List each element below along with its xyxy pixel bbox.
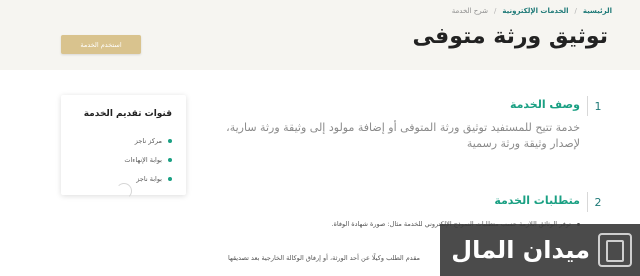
section-number: 2 (587, 192, 608, 212)
channel-item[interactable]: بوابة الإنهاءات (124, 150, 172, 169)
watermark-text: ميدان المال (451, 236, 590, 264)
channel-item[interactable]: بوابة ناجز (124, 169, 172, 188)
breadcrumb: الرئيسية / الخدمات الإلكترونية / شرح الخ… (452, 5, 612, 17)
bullet-icon (168, 138, 172, 143)
section-description: خدمة تتيح للمستفيد توثيق ورثة المتوفى أو… (226, 121, 580, 150)
page-header: الرئيسية / الخدمات الإلكترونية / شرح الخ… (0, 0, 640, 70)
watermark: ميدان المال (440, 224, 640, 276)
loading-spinner-icon (116, 183, 132, 199)
channel-item[interactable]: مركز ناجز (124, 131, 172, 150)
section-number: 1 (587, 96, 608, 116)
channels-card: قنوات تقديم الخدمة مركز ناجز بوابة الإنه… (61, 95, 186, 199)
breadcrumb-separator: / (494, 7, 497, 15)
bullet-icon (168, 176, 172, 181)
channel-label: بوابة الإنهاءات (124, 155, 162, 164)
channel-label: مركز ناجز (134, 136, 162, 145)
wallet-logo-icon (598, 233, 632, 267)
channel-label: بوابة ناجز (136, 174, 162, 183)
breadcrumb-services[interactable]: الخدمات الإلكترونية (502, 7, 568, 15)
channels-list: مركز ناجز بوابة الإنهاءات بوابة ناجز (124, 131, 172, 188)
use-service-button[interactable]: استخدم الخدمة (61, 35, 141, 54)
requirement-text: مقدم الطلب وكيلًا عن أحد الورثة، أو إرفا… (228, 254, 420, 262)
page-title: توثيق ورثة متوفى (412, 24, 608, 49)
section-title: وصف الخدمة (509, 98, 580, 111)
breadcrumb-home[interactable]: الرئيسية (583, 7, 612, 15)
channels-title: قنوات تقديم الخدمة (83, 109, 172, 119)
breadcrumb-separator: / (574, 7, 577, 15)
breadcrumb-current: شرح الخدمة (451, 7, 489, 15)
bullet-icon (168, 157, 172, 162)
section-title: متطلبات الخدمة (494, 194, 580, 207)
